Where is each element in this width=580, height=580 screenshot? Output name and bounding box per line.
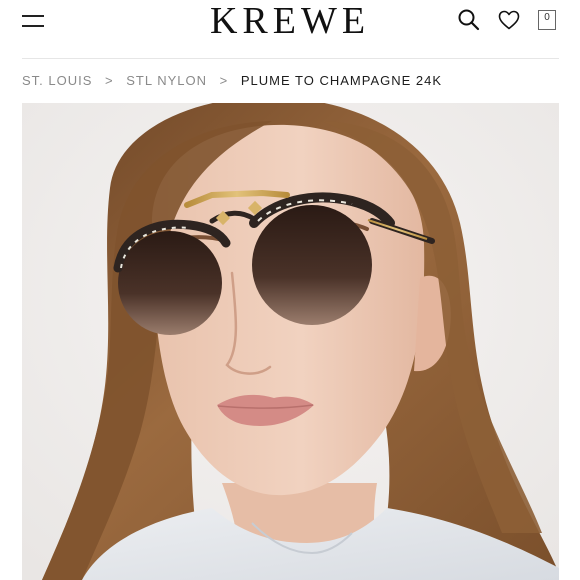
search-icon[interactable] [457,8,481,32]
brand-logo[interactable]: KREWE [0,0,580,41]
breadcrumb-link-stl-nylon[interactable]: STL NYLON [126,73,207,88]
shopping-bag-icon[interactable]: 0 [537,7,557,31]
breadcrumb-current: PLUME TO CHAMPAGNE 24K [240,73,443,88]
breadcrumb-link-st-louis[interactable]: ST. LOUIS [22,73,92,88]
header-divider [22,58,559,59]
breadcrumb-separator: > [105,73,114,88]
product-image[interactable] [22,103,559,580]
breadcrumb: ST. LOUIS > STL NYLON > PLUME TO CHAMPAG… [22,73,442,91]
site-header: KREWE 0 [0,0,580,58]
breadcrumb-separator: > [219,73,229,88]
cart-count: 0 [544,12,550,23]
heart-icon[interactable] [497,8,521,32]
